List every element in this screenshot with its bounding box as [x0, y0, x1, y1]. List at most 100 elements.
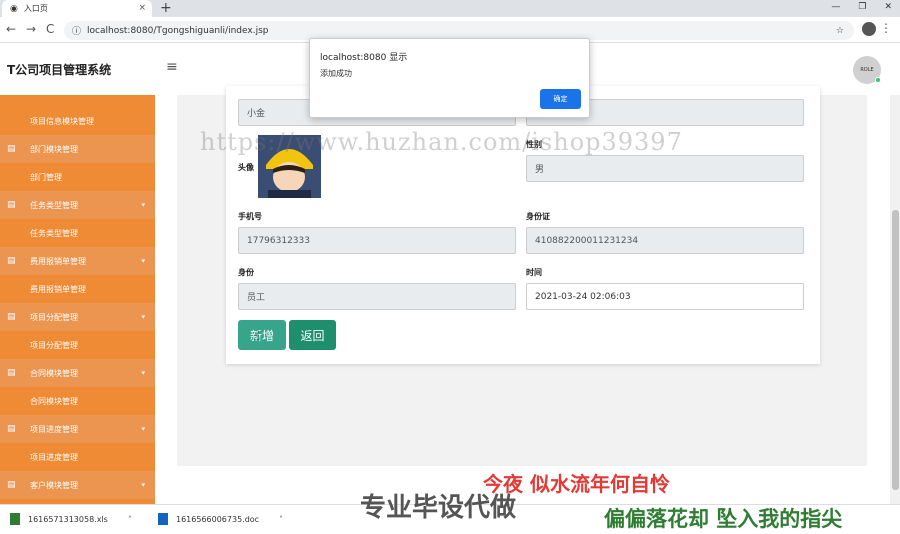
- chevron-down-icon: ▾: [141, 257, 145, 265]
- chevron-down-icon: ▾: [141, 369, 145, 377]
- idcard-label: 身份证: [526, 212, 550, 221]
- forward-arrow-icon[interactable]: →: [26, 22, 36, 36]
- word-file-icon: [158, 513, 168, 525]
- alert-dialog: localhost:8080 显示 添加成功 确定: [309, 38, 590, 118]
- avatar-label: 头像: [238, 163, 254, 172]
- avatar[interactable]: ROLE: [853, 56, 881, 84]
- sidebar-item[interactable]: 费用报销单管理: [0, 275, 155, 303]
- name-value: 小金: [247, 109, 266, 119]
- role-value: 员工: [247, 293, 266, 303]
- more-menu-icon[interactable]: ⋮: [880, 21, 892, 35]
- sidebar-item-label: 合同模块管理: [30, 396, 78, 406]
- browser-tab[interactable]: ◉ 入口页 ×: [2, 0, 152, 17]
- info-icon[interactable]: ⓘ: [72, 24, 81, 37]
- download-item[interactable]: 1616571313058.xls ˄: [10, 513, 132, 525]
- scrollbar[interactable]: [890, 95, 900, 504]
- globe-icon: ◉: [10, 3, 18, 14]
- list-icon: ▤: [7, 256, 16, 266]
- sidebar-item-label: 部门管理: [30, 172, 62, 182]
- app-title: T公司项目管理系统: [7, 63, 112, 77]
- scrollbar-thumb[interactable]: [892, 210, 899, 490]
- sidebar-item-label: 项目信息模块管理: [30, 116, 94, 126]
- sidebar-item-label: 费用报销单管理: [30, 284, 86, 294]
- chevron-up-icon[interactable]: ˄: [279, 515, 283, 524]
- sidebar-group[interactable]: ▤ 项目分配管理 ▾: [0, 303, 155, 331]
- tab-close-icon[interactable]: ×: [138, 3, 146, 13]
- mouse-pointer-icon: ☝: [253, 329, 261, 343]
- idcard-field[interactable]: 410882200011231234: [526, 227, 804, 254]
- sidebar-item-label: 任务类型管理: [30, 228, 78, 238]
- chevron-down-icon: ▾: [141, 313, 145, 321]
- window-controls: — ❐ ✕: [831, 2, 892, 12]
- url-text: localhost:8080/Tgongshiguanli/index.jsp: [87, 25, 269, 36]
- online-status-dot: [875, 77, 881, 83]
- close-window-icon[interactable]: ✕: [884, 2, 892, 12]
- sidebar-group[interactable]: ▤ 项目进度管理 ▾: [0, 415, 155, 443]
- sidebar-item[interactable]: 合同模块管理: [0, 387, 155, 415]
- sidebar-group-label: 项目进度管理: [30, 424, 78, 434]
- download-item[interactable]: 1616566006735.doc ˄: [158, 513, 283, 525]
- avatar-text: ROLE: [860, 67, 874, 73]
- role-label: 身份: [238, 268, 254, 277]
- sidebar-item[interactable]: 项目信息模块管理: [0, 107, 155, 135]
- time-value: 2021-03-24 02:06:03: [535, 291, 631, 302]
- sidebar-group[interactable]: ▤ 部门模块管理: [0, 135, 155, 163]
- sidebar-group-label: 任务类型管理: [30, 200, 78, 210]
- idcard-value: 410882200011231234: [535, 235, 639, 246]
- maximize-icon[interactable]: ❐: [858, 2, 866, 12]
- time-field[interactable]: 2021-03-24 02:06:03: [526, 283, 804, 310]
- sidebar-group-label: 项目分配管理: [30, 312, 78, 322]
- dialog-title: localhost:8080 显示: [320, 53, 408, 63]
- sidebar-group-label: 合同模块管理: [30, 368, 78, 378]
- list-icon: ▤: [7, 144, 16, 154]
- watermark-text: https://www.huzhan.com/ishop39397: [200, 128, 683, 156]
- list-icon: ▤: [7, 480, 16, 490]
- chevron-down-icon: ▾: [141, 481, 145, 489]
- sidebar-group-label: 部门模块管理: [30, 144, 78, 154]
- phone-value: 17796312333: [247, 235, 310, 246]
- tab-title: 入口页: [23, 4, 48, 13]
- chevron-down-icon: ▾: [141, 201, 145, 209]
- dialog-ok-button[interactable]: 确定: [540, 89, 581, 109]
- sidebar-group[interactable]: ▤ 客户模块管理 ▾: [0, 471, 155, 499]
- phone-label: 手机号: [238, 212, 262, 221]
- phone-field[interactable]: 17796312333: [238, 227, 516, 254]
- star-icon[interactable]: ☆: [836, 26, 844, 36]
- reload-icon[interactable]: C: [46, 22, 54, 36]
- sidebar-group-label: 客户模块管理: [30, 480, 78, 490]
- gender-value: 男: [535, 165, 545, 175]
- gender-field[interactable]: 男: [526, 155, 804, 182]
- back-button[interactable]: 返回: [289, 320, 336, 350]
- sidebar-item[interactable]: 项目分配管理: [0, 331, 155, 359]
- role-field[interactable]: 员工: [238, 283, 516, 310]
- sidebar-item[interactable]: 任务类型管理: [0, 219, 155, 247]
- dialog-message: 添加成功: [320, 69, 352, 78]
- time-label: 时间: [526, 268, 542, 277]
- list-icon: ▤: [7, 368, 16, 378]
- list-icon: ▤: [7, 312, 16, 322]
- sidebar-group[interactable]: ▤ 费用报销单管理 ▾: [0, 247, 155, 275]
- download-filename: 1616571313058.xls: [28, 514, 108, 524]
- profile-icon[interactable]: [862, 22, 876, 36]
- sidebar-group[interactable]: ▤ 任务类型管理 ▾: [0, 191, 155, 219]
- chevron-down-icon: ▾: [141, 425, 145, 433]
- back-arrow-icon[interactable]: ←: [6, 22, 16, 36]
- list-icon: ▤: [7, 200, 16, 210]
- overlay-caption-grey: 专业毕设代做: [360, 493, 517, 523]
- download-filename: 1616566006735.doc: [176, 514, 260, 524]
- sidebar-group[interactable]: ▤ 合同模块管理 ▾: [0, 359, 155, 387]
- sidebar-item[interactable]: 部门管理: [0, 163, 155, 191]
- list-icon: ▤: [7, 424, 16, 434]
- sidebar-item-label: 项目分配管理: [30, 340, 78, 350]
- minimize-icon[interactable]: —: [831, 2, 840, 12]
- chevron-up-icon[interactable]: ˄: [128, 515, 132, 524]
- sidebar-group-label: 费用报销单管理: [30, 256, 86, 266]
- add-button[interactable]: 新增: [238, 320, 286, 350]
- menu-toggle-icon[interactable]: ≡: [166, 59, 178, 75]
- overlay-caption-green: 偏偏落花却 坠入我的指尖: [604, 507, 843, 531]
- new-tab-button[interactable]: +: [160, 0, 172, 17]
- sidebar: 项目信息模块管理 ▤ 部门模块管理 部门管理 ▤ 任务类型管理 ▾ 任务类型管理 ▤ 费…: [0, 95, 155, 504]
- sidebar-item-label: 项目进度管理: [30, 452, 78, 462]
- sidebar-item[interactable]: 项目进度管理: [0, 443, 155, 471]
- browser-tab-strip: ◉ 入口页 × + — ❐ ✕: [0, 0, 900, 17]
